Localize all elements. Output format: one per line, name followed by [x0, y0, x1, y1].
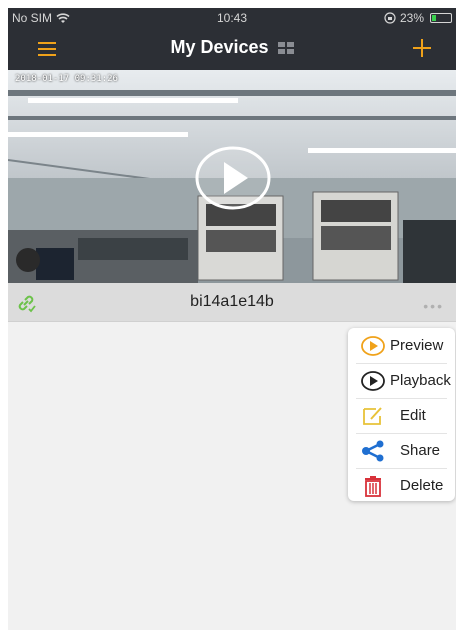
grid-view-icon[interactable]: [277, 42, 294, 55]
menu-item-label: Delete: [400, 477, 444, 494]
edit-icon: [363, 406, 382, 425]
preview-play-icon: [361, 335, 385, 356]
playback-icon: [361, 370, 385, 391]
camera-video-preview[interactable]: 2018-01-17 09:31:26: [8, 70, 456, 283]
page-title-text: My Devices: [170, 37, 269, 57]
menu-item-playback[interactable]: Playback: [348, 363, 455, 398]
status-bar: No SIM 10:43 23%: [8, 8, 456, 28]
play-icon[interactable]: [194, 146, 272, 210]
battery-icon: [430, 13, 452, 23]
app-screen: No SIM 10:43 23% My Devices 2018-01-17 0…: [8, 8, 456, 630]
more-options-button[interactable]: •••: [423, 298, 444, 314]
share-icon: [362, 440, 384, 461]
device-row[interactable]: bi14a1e14b •••: [8, 283, 456, 322]
battery-percent: 23%: [399, 11, 424, 25]
menu-item-edit[interactable]: Edit: [348, 398, 455, 433]
device-action-menu: Preview Playback Edit Share Delete: [348, 328, 455, 501]
menu-item-label: Playback: [390, 372, 451, 389]
page-title: My Devices: [8, 37, 456, 58]
trash-icon: [365, 475, 381, 497]
orientation-lock-icon: [384, 12, 396, 24]
device-name: bi14a1e14b: [190, 293, 274, 310]
menu-item-label: Preview: [390, 337, 444, 354]
nav-bar: My Devices: [8, 28, 456, 70]
plus-icon[interactable]: [410, 36, 434, 60]
menu-item-share[interactable]: Share: [348, 433, 455, 468]
menu-item-label: Share: [400, 442, 441, 459]
video-timestamp: 2018-01-17 09:31:26: [15, 74, 118, 84]
menu-item-delete[interactable]: Delete: [348, 468, 455, 503]
menu-item-preview[interactable]: Preview: [348, 328, 455, 363]
menu-item-label: Edit: [400, 407, 426, 424]
